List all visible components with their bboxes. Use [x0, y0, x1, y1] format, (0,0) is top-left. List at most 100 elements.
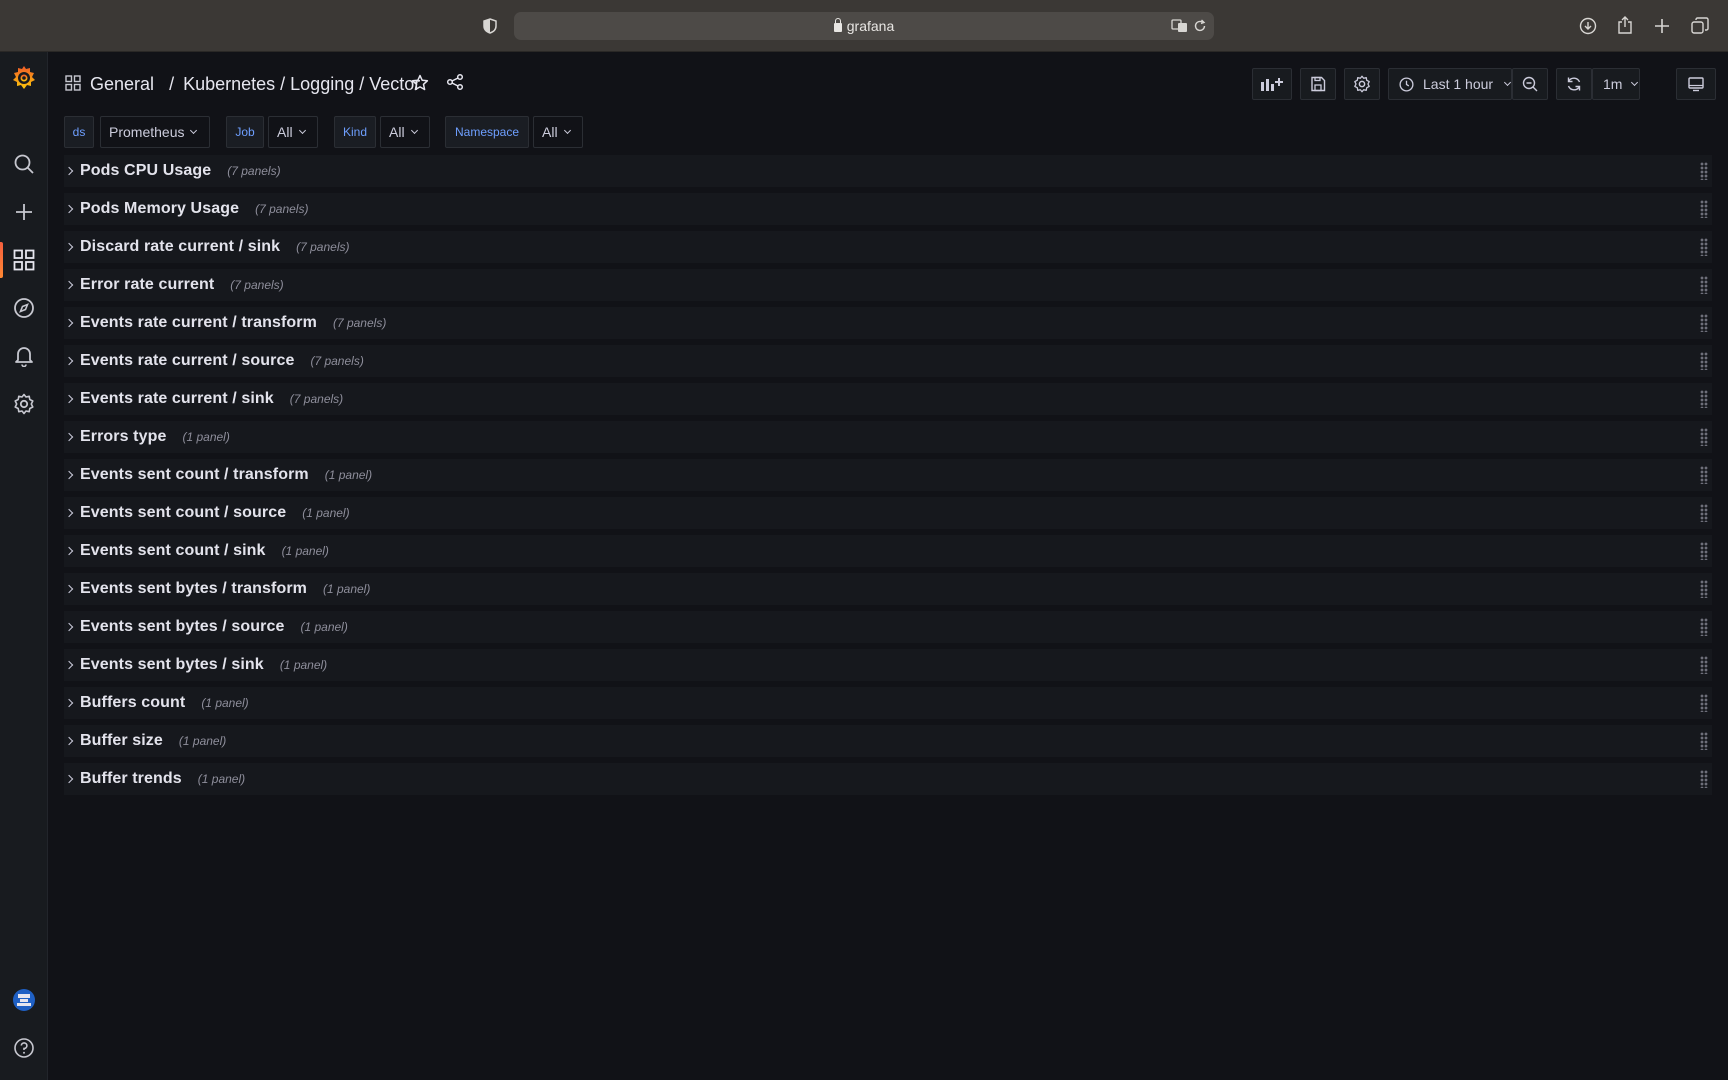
dashboard-title[interactable]: Kubernetes / Logging / Vector — [183, 74, 420, 94]
row-panel-count: (1 panel) — [279, 658, 328, 672]
drag-handle-icon[interactable] — [1700, 352, 1708, 370]
row-title[interactable]: Pods CPU Usage — [80, 162, 211, 180]
dashboard-row[interactable]: Events sent bytes / transform (1 panel) — [64, 573, 1712, 605]
row-title[interactable]: Events sent count / transform — [80, 466, 309, 484]
row-panel-count: (7 panels) — [255, 202, 309, 216]
drag-handle-icon[interactable] — [1700, 428, 1708, 446]
drag-handle-icon[interactable] — [1700, 770, 1708, 788]
row-title[interactable]: Events rate current / source — [80, 352, 294, 370]
new-tab-icon[interactable] — [1652, 16, 1672, 36]
refresh-button[interactable] — [1556, 68, 1592, 100]
drag-handle-icon[interactable] — [1700, 580, 1708, 598]
dashboard-row[interactable]: Errors type (1 panel) — [64, 421, 1712, 453]
dashboard-row[interactable]: Pods Memory Usage (7 panels) — [64, 193, 1712, 225]
chevron-right-icon — [64, 660, 74, 670]
plus-icon[interactable] — [0, 192, 48, 232]
help-icon[interactable] — [0, 1028, 48, 1068]
row-title[interactable]: Buffers count — [80, 694, 185, 712]
row-panel-count: (1 panel) — [197, 772, 246, 786]
dashboard-row[interactable]: Pods CPU Usage (7 panels) — [64, 155, 1712, 187]
row-title[interactable]: Events rate current / transform — [80, 314, 317, 332]
row-title[interactable]: Events sent bytes / source — [80, 618, 284, 636]
add-panel-button[interactable] — [1252, 68, 1292, 100]
dashboard-row[interactable]: Error rate current (7 panels) — [64, 269, 1712, 301]
variable-select-kind[interactable]: All — [380, 116, 430, 148]
row-title[interactable]: Events sent bytes / sink — [80, 656, 264, 674]
chevron-right-icon — [64, 394, 74, 404]
chevron-right-icon — [64, 280, 74, 290]
drag-handle-icon[interactable] — [1700, 314, 1708, 332]
breadcrumb-folder[interactable]: General — [90, 74, 154, 94]
row-title[interactable]: Buffer trends — [80, 770, 182, 788]
gear-icon[interactable] — [0, 384, 48, 424]
chevron-right-icon — [64, 166, 74, 176]
dashboard-row[interactable]: Buffer trends (1 panel) — [64, 763, 1712, 795]
row-title[interactable]: Events sent bytes / transform — [80, 580, 307, 598]
share-icon[interactable] — [1615, 15, 1635, 35]
row-panel-count: (7 panels) — [296, 240, 350, 254]
row-title[interactable]: Buffer size — [80, 732, 163, 750]
dashboard-row[interactable]: Events sent count / sink (1 panel) — [64, 535, 1712, 567]
search-icon[interactable] — [0, 144, 48, 184]
dashboard-grid-icon — [64, 74, 82, 92]
user-avatar-icon[interactable] — [0, 980, 48, 1020]
row-title[interactable]: Discard rate current / sink — [80, 238, 280, 256]
dashboard-row[interactable]: Events rate current / transform (7 panels… — [64, 307, 1712, 339]
row-title[interactable]: Error rate current — [80, 276, 214, 294]
row-title[interactable]: Pods Memory Usage — [80, 200, 239, 218]
variable-label-ds: ds — [64, 116, 94, 148]
variable-label-kind: Kind — [334, 116, 376, 148]
dashboard-row[interactable]: Discard rate current / sink (7 panels) — [64, 231, 1712, 263]
dashboards-icon[interactable] — [0, 240, 48, 280]
dashboard-row[interactable]: Events rate current / sink (7 panels) — [64, 383, 1712, 415]
row-title[interactable]: Errors type — [80, 428, 166, 446]
variable-select-ds[interactable]: Prometheus — [100, 116, 210, 148]
download-icon[interactable] — [1578, 16, 1598, 36]
drag-handle-icon[interactable] — [1700, 694, 1708, 712]
row-title[interactable]: Events sent count / source — [80, 504, 286, 522]
row-panel-count: (7 panels) — [332, 316, 387, 330]
privacy-shield-icon[interactable] — [480, 16, 500, 36]
dashboard-row[interactable]: Events sent count / transform (1 panel) — [64, 459, 1712, 491]
address-bar[interactable]: grafana — [514, 12, 1214, 40]
drag-handle-icon[interactable] — [1700, 466, 1708, 484]
drag-handle-icon[interactable] — [1700, 390, 1708, 408]
variable-label-job: Job — [226, 116, 264, 148]
dashboard-row[interactable]: Events sent count / source (1 panel) — [64, 497, 1712, 529]
chevron-down-icon — [1504, 78, 1512, 86]
drag-handle-icon[interactable] — [1700, 162, 1708, 180]
row-panel-count: (1 panel) — [300, 620, 348, 634]
tabs-overview-icon[interactable] — [1690, 16, 1710, 36]
drag-handle-icon[interactable] — [1700, 276, 1708, 294]
variable-select-job[interactable]: All — [268, 116, 318, 148]
time-range-picker[interactable]: Last 1 hour — [1388, 68, 1512, 100]
refresh-interval-picker[interactable]: 1m — [1592, 68, 1640, 100]
save-dashboard-button[interactable] — [1300, 68, 1336, 100]
tv-mode-button[interactable] — [1676, 68, 1716, 100]
row-panel-count: (1 panel) — [322, 582, 371, 596]
drag-handle-icon[interactable] — [1700, 656, 1708, 674]
grafana-logo-icon[interactable] — [0, 52, 48, 104]
variable-select-namespace[interactable]: All — [533, 116, 583, 148]
dashboard-row[interactable]: Events sent bytes / sink (1 panel) — [64, 649, 1712, 681]
reload-icon[interactable] — [1190, 16, 1210, 36]
zoom-out-button[interactable] — [1512, 68, 1548, 100]
drag-handle-icon[interactable] — [1700, 504, 1708, 522]
drag-handle-icon[interactable] — [1700, 732, 1708, 750]
explore-icon[interactable] — [0, 288, 48, 328]
dashboard-settings-button[interactable] — [1344, 68, 1380, 100]
drag-handle-icon[interactable] — [1700, 238, 1708, 256]
drag-handle-icon[interactable] — [1700, 618, 1708, 636]
translate-icon[interactable] — [1170, 16, 1190, 36]
drag-handle-icon[interactable] — [1700, 200, 1708, 218]
row-title[interactable]: Events rate current / sink — [80, 390, 274, 408]
dashboard-row[interactable]: Events rate current / source (7 panels) — [64, 345, 1712, 377]
dashboard-row[interactable]: Events sent bytes / source (1 panel) — [64, 611, 1712, 643]
dashboard-row[interactable]: Buffer size (1 panel) — [64, 725, 1712, 757]
star-icon[interactable] — [410, 73, 430, 93]
dashboard-row[interactable]: Buffers count (1 panel) — [64, 687, 1712, 719]
share-dashboard-icon[interactable] — [445, 72, 465, 92]
bell-icon[interactable] — [0, 336, 48, 376]
drag-handle-icon[interactable] — [1700, 542, 1708, 560]
row-title[interactable]: Events sent count / sink — [80, 542, 266, 560]
